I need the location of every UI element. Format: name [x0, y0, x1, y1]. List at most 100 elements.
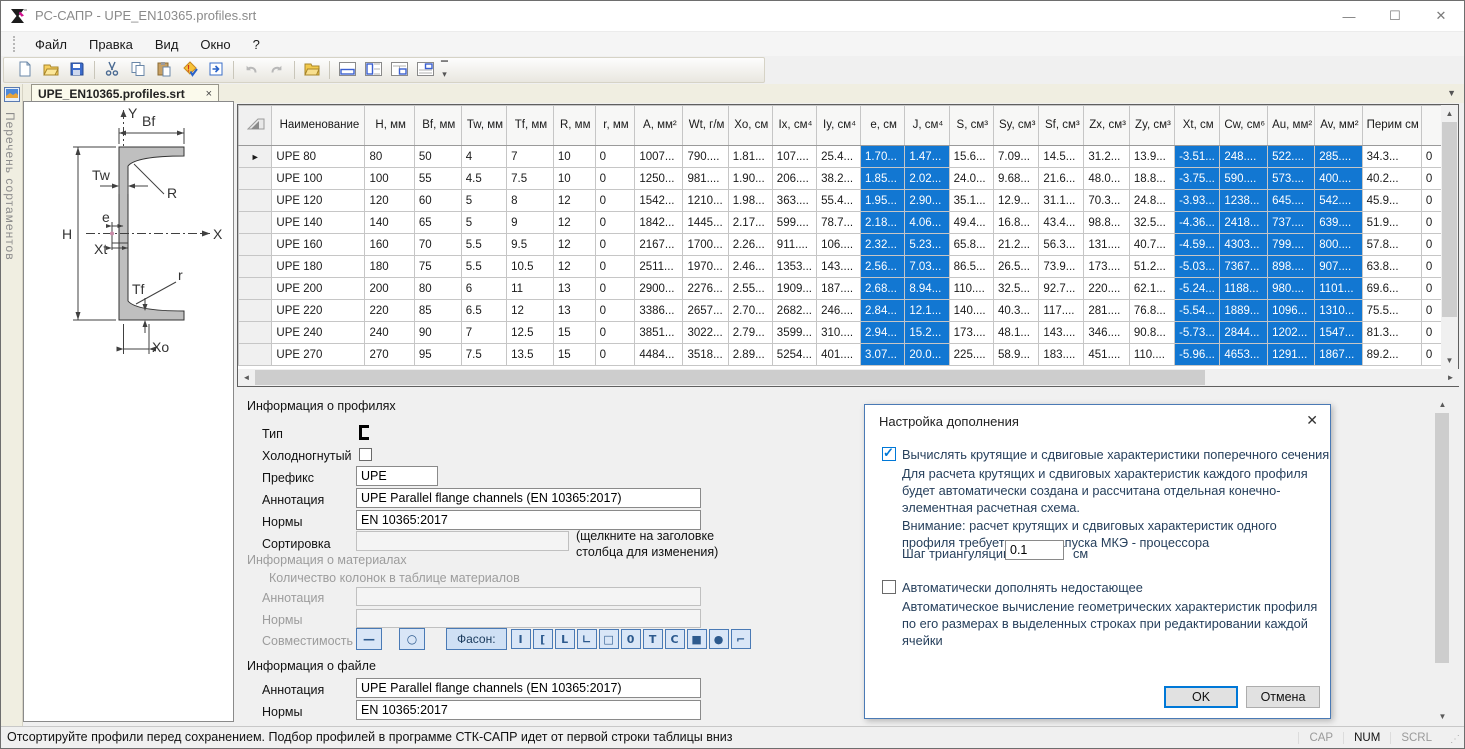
fason-shape-button-3[interactable]: ∟ — [577, 629, 597, 649]
cell-1-2[interactable]: 4.5 — [461, 168, 506, 190]
cell-1-14[interactable]: 9.68... — [994, 168, 1039, 190]
cell-5-18[interactable]: -5.03... — [1175, 256, 1220, 278]
menu-item-вид[interactable]: Вид — [144, 32, 190, 57]
cell-0-12[interactable]: 1.47... — [905, 146, 949, 168]
fason-shape-button-6[interactable]: T — [643, 629, 663, 649]
column-header-14[interactable]: S, см³ — [949, 106, 993, 146]
cell-7-23[interactable]: 0 — [1421, 300, 1441, 322]
cell-7-2[interactable]: 6.5 — [461, 300, 506, 322]
cell-2-17[interactable]: 24.8... — [1129, 190, 1174, 212]
cell-5-4[interactable]: 12 — [553, 256, 595, 278]
assortment-side-strip[interactable]: Перечень сортаментов — [1, 84, 23, 726]
cell-8-8[interactable]: 2.79... — [728, 322, 772, 344]
table-horizontal-scrollbar[interactable]: ◄ ► — [238, 369, 1459, 386]
toolbar-overflow-icon[interactable]: ▔▾ — [441, 62, 448, 78]
cell-6-13[interactable]: 110.... — [949, 278, 993, 300]
column-header-18[interactable]: Zy, см³ — [1129, 106, 1174, 146]
cell-1-1[interactable]: 55 — [414, 168, 461, 190]
cell-1-20[interactable]: 573.... — [1268, 168, 1315, 190]
cell-6-15[interactable]: 92.7... — [1039, 278, 1084, 300]
cell-5-20[interactable]: 898.... — [1268, 256, 1315, 278]
cell-0-20[interactable]: 522.... — [1268, 146, 1315, 168]
cell-5-3[interactable]: 10.5 — [507, 256, 554, 278]
cell-9-14[interactable]: 58.9... — [994, 344, 1039, 366]
window-layout-4-button[interactable] — [413, 59, 437, 81]
cell-7-6[interactable]: 3386... — [635, 300, 683, 322]
materials-annotation-input[interactable] — [356, 587, 701, 606]
cell-4-1[interactable]: 70 — [414, 234, 461, 256]
cell-7-14[interactable]: 40.3... — [994, 300, 1039, 322]
cell-3-5[interactable]: 0 — [595, 212, 635, 234]
cell-7-0[interactable]: 220 — [365, 300, 414, 322]
tab-close-icon[interactable]: × — [200, 88, 212, 100]
panel-scroll-up-icon[interactable]: ▲ — [1434, 396, 1451, 413]
row-selector-6[interactable] — [239, 278, 272, 300]
cell-1-16[interactable]: 48.0... — [1084, 168, 1129, 190]
cell-1-13[interactable]: 24.0... — [949, 168, 993, 190]
compute-torsion-checkbox[interactable] — [882, 447, 896, 461]
cell-3-14[interactable]: 16.8... — [994, 212, 1039, 234]
close-icon[interactable]: ✕ — [1418, 1, 1464, 31]
column-header-10[interactable]: Ix, см⁴ — [772, 106, 816, 146]
menu-item-файл[interactable]: Файл — [24, 32, 78, 57]
cell-4-5[interactable]: 0 — [595, 234, 635, 256]
cell-6-0[interactable]: 200 — [365, 278, 414, 300]
tab-list-dropdown-icon[interactable]: ▼ — [1447, 88, 1456, 98]
cell-2-3[interactable]: 8 — [507, 190, 554, 212]
cell-0-8[interactable]: 1.81... — [728, 146, 772, 168]
cell-0-21[interactable]: 285.... — [1315, 146, 1362, 168]
cell-8-9[interactable]: 3599... — [772, 322, 816, 344]
cell-3-23[interactable]: 0 — [1421, 212, 1441, 234]
triangulation-step-input[interactable] — [1005, 540, 1064, 560]
cell-4-2[interactable]: 5.5 — [461, 234, 506, 256]
cell-2-20[interactable]: 645.... — [1268, 190, 1315, 212]
cell-5-2[interactable]: 5.5 — [461, 256, 506, 278]
cell-4-4[interactable]: 12 — [553, 234, 595, 256]
cell-0-10[interactable]: 25.4... — [817, 146, 861, 168]
ok-button[interactable]: OK — [1164, 686, 1238, 708]
cell-3-10[interactable]: 78.7... — [817, 212, 861, 234]
cell-7-7[interactable]: 2657... — [683, 300, 728, 322]
cell-8-10[interactable]: 310.... — [817, 322, 861, 344]
cell-8-15[interactable]: 143.... — [1039, 322, 1084, 344]
cell-8-14[interactable]: 48.1... — [994, 322, 1039, 344]
cell-1-10[interactable]: 38.2... — [817, 168, 861, 190]
cell-3-11[interactable]: 2.18... — [860, 212, 904, 234]
cell-name-5[interactable]: UPE 180 — [272, 256, 365, 278]
folder-button[interactable] — [300, 59, 324, 81]
cell-1-15[interactable]: 21.6... — [1039, 168, 1084, 190]
cell-3-20[interactable]: 737.... — [1268, 212, 1315, 234]
cell-4-15[interactable]: 56.3... — [1039, 234, 1084, 256]
compat-ring-button[interactable]: ○ — [399, 628, 425, 650]
cell-7-5[interactable]: 0 — [595, 300, 635, 322]
maximize-icon[interactable]: ☐ — [1372, 1, 1418, 31]
cell-1-17[interactable]: 18.8... — [1129, 168, 1174, 190]
cell-5-12[interactable]: 7.03... — [905, 256, 949, 278]
cell-5-0[interactable]: 180 — [365, 256, 414, 278]
cell-6-17[interactable]: 62.1... — [1129, 278, 1174, 300]
window-layout-1-button[interactable] — [335, 59, 359, 81]
cell-7-18[interactable]: -5.54... — [1175, 300, 1220, 322]
column-header-9[interactable]: Xo, см — [728, 106, 772, 146]
cell-0-18[interactable]: -3.51... — [1175, 146, 1220, 168]
cell-4-23[interactable]: 0 — [1421, 234, 1441, 256]
cell-0-1[interactable]: 50 — [414, 146, 461, 168]
cell-8-21[interactable]: 1547... — [1315, 322, 1362, 344]
cell-7-20[interactable]: 1096... — [1268, 300, 1315, 322]
column-header-2[interactable]: Bf, мм — [414, 106, 461, 146]
cell-7-1[interactable]: 85 — [414, 300, 461, 322]
cell-2-14[interactable]: 12.9... — [994, 190, 1039, 212]
cell-2-21[interactable]: 542.... — [1315, 190, 1362, 212]
export-button[interactable] — [204, 59, 228, 81]
cell-7-8[interactable]: 2.70... — [728, 300, 772, 322]
cell-8-18[interactable]: -5.73... — [1175, 322, 1220, 344]
panel-vscroll-thumb[interactable] — [1435, 413, 1449, 663]
cell-6-22[interactable]: 69.6... — [1362, 278, 1421, 300]
cell-2-6[interactable]: 1542... — [635, 190, 683, 212]
cell-4-6[interactable]: 2167... — [635, 234, 683, 256]
cell-5-17[interactable]: 51.2... — [1129, 256, 1174, 278]
cell-2-8[interactable]: 1.98... — [728, 190, 772, 212]
cell-2-1[interactable]: 60 — [414, 190, 461, 212]
cell-name-4[interactable]: UPE 160 — [272, 234, 365, 256]
cell-4-12[interactable]: 5.23... — [905, 234, 949, 256]
